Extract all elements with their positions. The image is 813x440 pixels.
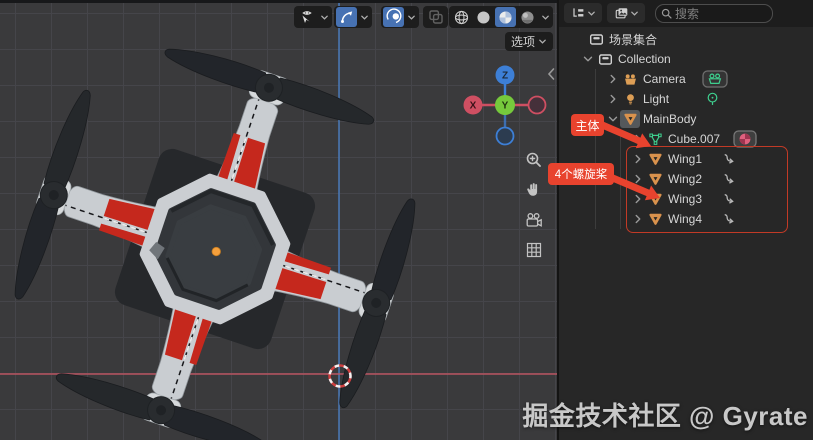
toolbar-group-gizmo (294, 6, 332, 28)
3d-viewport[interactable]: 选项 Z X Y (0, 0, 557, 440)
outliner-row-collection[interactable]: Collection (559, 49, 813, 69)
outliner-tree-icon (571, 6, 586, 21)
material-preview-button[interactable] (495, 7, 516, 27)
gizmo-axis-z-neg[interactable] (497, 128, 514, 145)
rendered-shading-button[interactable] (517, 7, 538, 27)
outliner-row-light[interactable]: Light (559, 89, 813, 109)
editor-type-button[interactable] (564, 3, 602, 23)
panel-collapse-chevron-icon[interactable] (545, 66, 557, 82)
main-body-annotation-label: 主体 (571, 114, 604, 136)
outliner-row-camera[interactable]: Camera (559, 69, 813, 89)
outliner-item-label: 场景集合 (609, 31, 657, 48)
gizmo-visibility-button[interactable] (296, 7, 317, 27)
gizmo-axis-x-neg[interactable] (529, 97, 546, 114)
expand-down-icon[interactable] (580, 49, 595, 69)
dropdown-chevron-icon[interactable] (405, 7, 417, 27)
options-label: 选项 (511, 33, 535, 50)
outliner-item-label: Light (643, 92, 669, 106)
xray-icon (427, 8, 445, 26)
outliner-header (559, 0, 813, 27)
main-body-annotation-text: 主体 (575, 117, 599, 134)
expand-right-icon[interactable] (605, 89, 620, 109)
snap-button[interactable] (336, 7, 357, 27)
proportional-editing-button[interactable] (383, 7, 404, 27)
camera-data-badge[interactable] (702, 70, 728, 88)
proportional-editing-icon (385, 8, 403, 26)
dropdown-chevron-icon (538, 37, 547, 46)
camera-view-icon[interactable] (524, 210, 544, 230)
rendered-shading-icon (519, 9, 536, 26)
outliner-item-label: Collection (618, 52, 671, 66)
toolbar-group-xray (423, 6, 448, 28)
xray-button[interactable] (425, 7, 446, 27)
toolbar-group-proportional (381, 6, 419, 28)
camera-object-icon (620, 70, 640, 88)
propellers-annotation-text: 4个螺旋桨 (555, 166, 607, 182)
collection-icon (586, 30, 606, 48)
outliner-item-label: Camera (643, 72, 686, 86)
propellers-highlight-box (626, 146, 788, 233)
solid-shading-icon (475, 9, 492, 26)
dropdown-chevron-icon[interactable] (358, 7, 370, 27)
outliner-item-label: MainBody (643, 112, 696, 126)
mesh-object-icon (620, 110, 640, 128)
light-object-icon (620, 90, 640, 108)
viewport-options-button[interactable]: 选项 (505, 32, 553, 51)
outliner-item-label: Cube.007 (668, 132, 720, 146)
3d-cursor (322, 358, 358, 394)
grid-icon[interactable] (524, 240, 544, 260)
dropdown-chevron-icon (587, 9, 596, 18)
dropdown-chevron-icon (630, 9, 639, 18)
expand-right-icon[interactable] (605, 69, 620, 89)
wireframe-shading-icon (453, 9, 470, 26)
blender-window: 选项 Z X Y (0, 0, 813, 440)
display-mode-button[interactable] (607, 3, 645, 23)
wireframe-shading-button[interactable] (451, 7, 472, 27)
material-preview-icon (497, 9, 514, 26)
outliner-search-box[interactable] (655, 4, 773, 23)
collection-icon (595, 50, 615, 68)
viewport-side-tools (524, 150, 544, 260)
toolbar-group-snap (334, 6, 372, 28)
gizmo-visibility-icon (298, 8, 316, 26)
search-input[interactable] (673, 6, 768, 22)
gizmo-z-label: Z (502, 71, 508, 82)
zoom-icon[interactable] (524, 150, 544, 170)
watermark-text: 掘金技术社区 @ Gyrate (522, 396, 808, 433)
gizmo-y-label: Y (502, 101, 509, 112)
snap-icon (338, 8, 356, 26)
gizmo-x-label: X (470, 101, 477, 112)
dropdown-chevron-icon[interactable] (539, 7, 551, 27)
chevron-spacer (571, 29, 586, 49)
expand-down-icon[interactable] (605, 109, 620, 129)
light-data-badge[interactable] (705, 90, 720, 108)
navigation-gizmo[interactable]: Z X Y (455, 55, 555, 155)
outliner-row-scene-collection[interactable]: 场景集合 (559, 29, 813, 49)
propellers-annotation-label: 4个螺旋桨 (548, 163, 614, 185)
search-icon (660, 7, 673, 20)
hand-icon[interactable] (524, 180, 544, 200)
toolbar-group-shading (449, 6, 553, 28)
solid-shading-button[interactable] (473, 7, 494, 27)
image-stack-icon (614, 6, 629, 21)
dropdown-chevron-icon[interactable] (318, 7, 330, 27)
